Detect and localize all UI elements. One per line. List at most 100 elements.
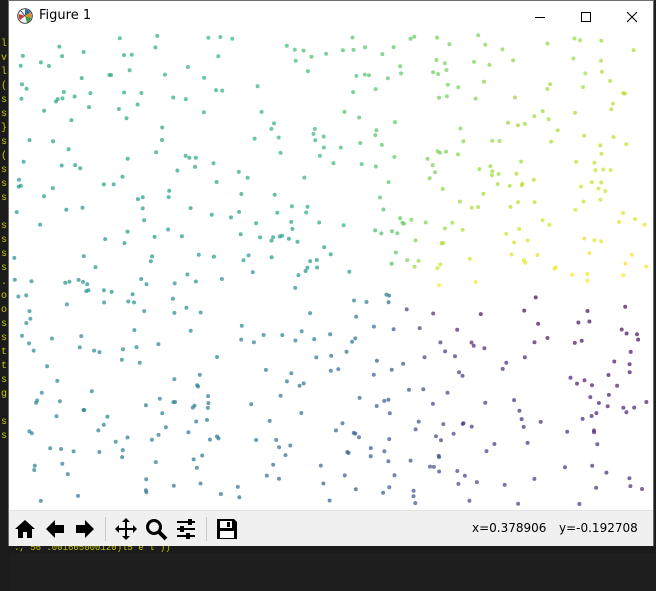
scatter-point: [473, 96, 478, 101]
back-button[interactable]: [41, 515, 69, 543]
home-button[interactable]: [11, 515, 39, 543]
save-button[interactable]: [213, 515, 241, 543]
scatter-point: [144, 477, 149, 482]
scatter-point: [495, 182, 500, 187]
scatter-point: [598, 143, 603, 148]
scatter-point: [144, 282, 149, 287]
scatter-point: [431, 70, 436, 75]
scatter-point: [160, 138, 164, 142]
scatter-point: [516, 501, 521, 506]
scatter-point: [583, 71, 588, 76]
scatter-point: [580, 416, 585, 421]
plot-canvas[interactable]: [9, 32, 653, 510]
scatter-point: [442, 61, 447, 66]
close-button[interactable]: [609, 1, 655, 32]
scatter-point: [353, 487, 358, 492]
close-icon: [626, 11, 638, 22]
scatter-point: [245, 175, 250, 180]
scatter-point: [308, 311, 313, 316]
forward-button[interactable]: [71, 515, 99, 543]
scatter-point: [126, 299, 131, 304]
scatter-point: [93, 265, 98, 270]
scatter-point: [514, 171, 519, 176]
pan-button[interactable]: [112, 515, 140, 543]
scatter-point: [200, 453, 205, 458]
scatter-point: [482, 79, 486, 84]
scatter-point: [65, 472, 70, 477]
scatter-point: [101, 422, 106, 427]
scatter-point: [283, 453, 288, 458]
scatter-point: [322, 245, 327, 250]
scatter-point: [380, 52, 385, 57]
save-icon: [217, 519, 237, 539]
scatter-point: [599, 38, 604, 43]
minimize-button[interactable]: [517, 1, 563, 32]
scatter-point: [105, 414, 110, 419]
scatter-point: [215, 434, 219, 439]
scatter-point: [624, 410, 629, 415]
zoom-button[interactable]: [142, 515, 170, 543]
scatter-point: [629, 252, 634, 257]
scatter-point: [197, 372, 202, 377]
scatter-point: [392, 120, 397, 125]
scatter-point: [81, 50, 86, 54]
scatter-point: [214, 88, 218, 93]
title-bar: Figure 1: [9, 1, 653, 32]
scatter-point: [437, 283, 441, 288]
scatter-point: [167, 188, 172, 193]
scatter-point: [374, 404, 379, 408]
scatter-point: [456, 85, 461, 90]
scatter-point: [473, 280, 478, 284]
scatter-point: [438, 340, 443, 345]
scatter-point: [49, 336, 54, 341]
scatter-point: [603, 189, 608, 194]
scatter-point: [592, 238, 597, 243]
scatter-point: [205, 405, 210, 410]
scatter-point: [328, 368, 333, 373]
scatter-point: [18, 183, 23, 188]
scatter-point: [64, 207, 69, 212]
scatter-point: [364, 300, 369, 304]
scatter-point: [606, 392, 611, 397]
scatter-point: [236, 169, 241, 174]
scatter-point: [157, 396, 162, 401]
scatter-point: [627, 370, 632, 375]
scatter-plot[interactable]: [9, 32, 653, 510]
scatter-point: [471, 343, 476, 348]
scatter-point: [218, 492, 223, 496]
scatter-point: [350, 339, 355, 344]
scatter-point: [280, 233, 284, 238]
scatter-point: [193, 279, 198, 284]
scatter-point: [312, 337, 317, 342]
scatter-point: [599, 180, 604, 185]
scatter-point: [38, 60, 43, 65]
scatter-point: [338, 145, 343, 150]
scatter-point: [296, 273, 301, 278]
scatter-point: [573, 110, 577, 115]
scatter-point: [299, 411, 304, 415]
scatter-point: [395, 231, 400, 236]
scatter-point: [76, 277, 81, 282]
scatter-point: [341, 223, 346, 228]
scatter-point: [457, 199, 462, 204]
scatter-point: [111, 182, 116, 187]
maximize-button[interactable]: [563, 1, 609, 32]
y-coordinate-readout: y=-0.192708: [559, 521, 638, 535]
scatter-point: [437, 95, 441, 100]
scatter-point: [187, 155, 192, 160]
scatter-point: [538, 419, 543, 424]
scatter-point: [444, 68, 449, 72]
scatter-point: [467, 256, 472, 261]
scatter-point: [284, 379, 289, 384]
scatter-point: [623, 261, 628, 266]
scatter-point: [109, 289, 114, 294]
scatter-point: [585, 278, 590, 283]
scatter-point: [184, 305, 189, 310]
scatter-point: [589, 414, 594, 418]
scatter-point: [274, 437, 279, 442]
scatter-point: [148, 259, 153, 264]
scatter-point: [54, 99, 58, 104]
scatter-point: [508, 204, 513, 209]
configure-subplots-button[interactable]: [172, 515, 200, 543]
scatter-point: [185, 65, 190, 69]
